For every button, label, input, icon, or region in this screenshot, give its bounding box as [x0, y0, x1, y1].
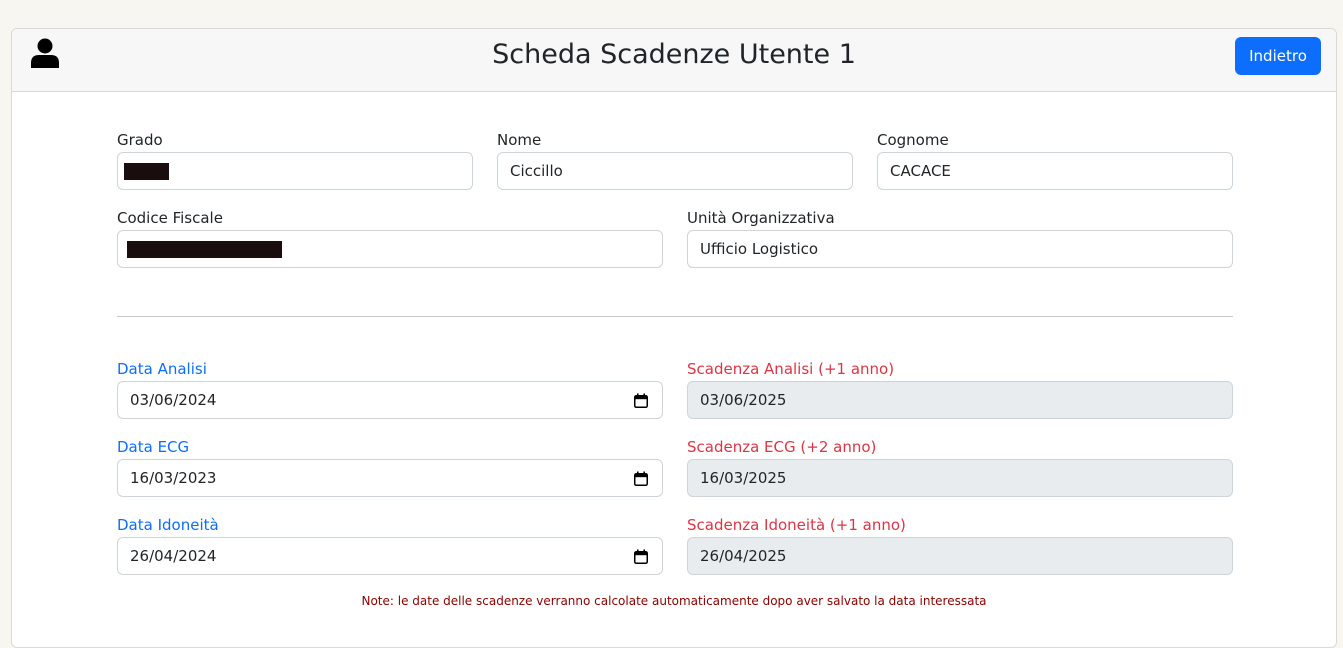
scadenza-analisi-label: Scadenza Analisi (+1 anno) [687, 360, 895, 378]
calendar-icon[interactable] [634, 393, 648, 408]
grado-label: Grado [117, 131, 163, 149]
scadenza-analisi-field: 03/06/2025 [687, 381, 1233, 419]
section-divider [117, 316, 1233, 317]
deadline-card: Scheda Scadenze Utente 1 Indietro Grado … [11, 28, 1337, 648]
data-ecg-input[interactable]: 16/03/2023 [117, 459, 663, 497]
data-idoneita-value: 26/04/2024 [130, 547, 217, 565]
data-analisi-label: Data Analisi [117, 360, 207, 378]
codice-fiscale-field[interactable] [117, 230, 663, 268]
scadenza-idoneita-field: 26/04/2025 [687, 537, 1233, 575]
redacted-block [124, 163, 169, 180]
card-header: Scheda Scadenze Utente 1 Indietro [12, 29, 1336, 92]
data-analisi-value: 03/06/2024 [130, 391, 217, 409]
nome-label: Nome [497, 131, 542, 149]
cognome-label: Cognome [877, 131, 949, 149]
scadenza-ecg-field: 16/03/2025 [687, 459, 1233, 497]
data-idoneita-input[interactable]: 26/04/2024 [117, 537, 663, 575]
info-note: Note: le date delle scadenze verranno ca… [361, 594, 987, 608]
calendar-icon[interactable] [634, 471, 648, 486]
back-button[interactable]: Indietro [1235, 37, 1321, 75]
unita-field[interactable]: Ufficio Logistico [687, 230, 1233, 268]
scadenza-idoneita-label: Scadenza Idoneità (+1 anno) [687, 516, 906, 534]
unita-label: Unità Organizzativa [687, 209, 835, 227]
data-analisi-input[interactable]: 03/06/2024 [117, 381, 663, 419]
calendar-icon[interactable] [634, 549, 648, 564]
grado-field[interactable] [117, 152, 473, 190]
scadenza-ecg-label: Scadenza ECG (+2 anno) [687, 438, 877, 456]
codice-fiscale-label: Codice Fiscale [117, 209, 223, 227]
page-title: Scheda Scadenze Utente 1 [492, 39, 856, 70]
data-ecg-label: Data ECG [117, 438, 190, 456]
data-ecg-value: 16/03/2023 [130, 469, 217, 487]
data-idoneita-label: Data Idoneità [117, 516, 219, 534]
cognome-field[interactable]: CACACE [877, 152, 1233, 190]
nome-field[interactable]: Ciccillo [497, 152, 853, 190]
redacted-block [127, 241, 282, 258]
